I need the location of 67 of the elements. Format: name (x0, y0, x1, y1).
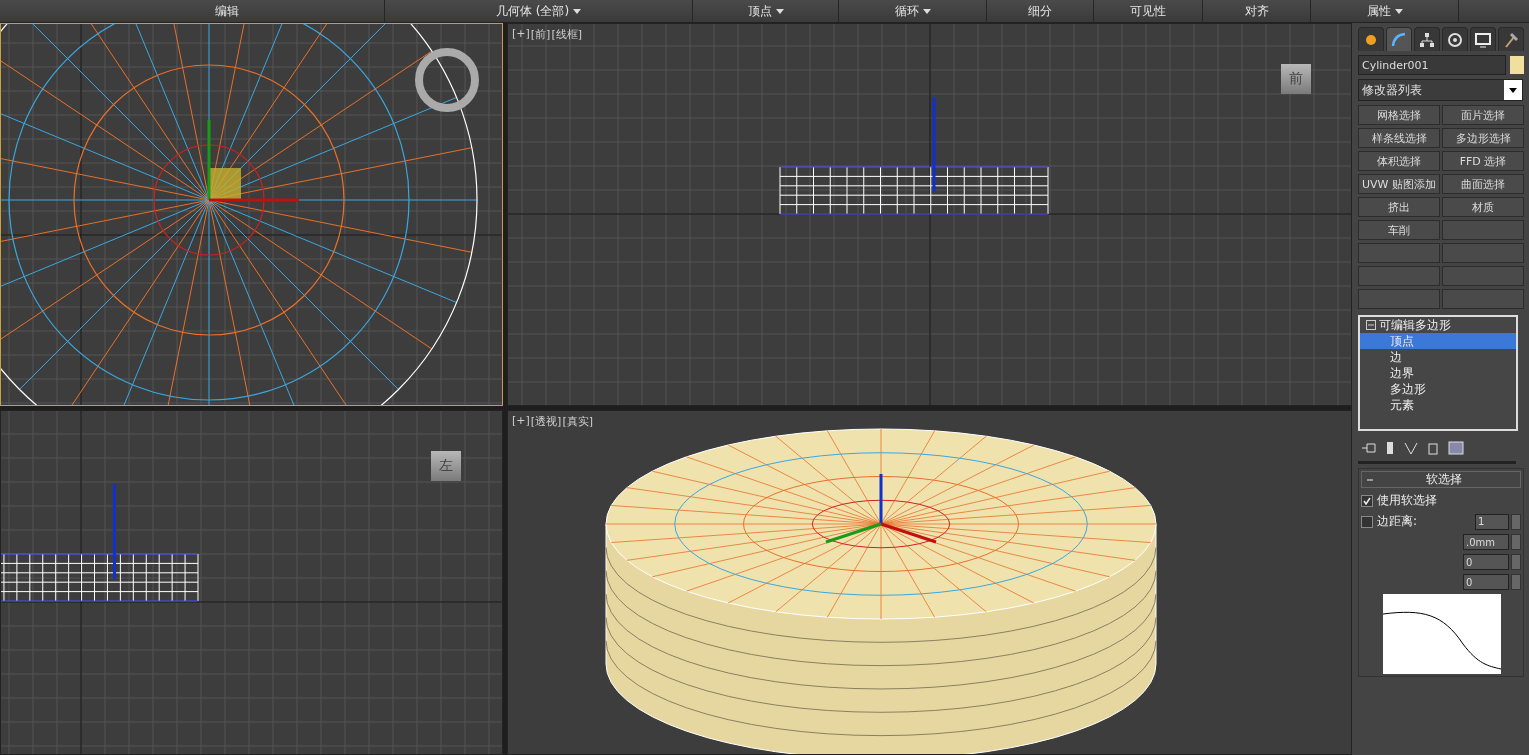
panel-tab[interactable] (1470, 27, 1496, 51)
ribbon-tab[interactable]: 循环 (839, 0, 987, 22)
spinner-field[interactable]: 0 (1463, 574, 1509, 590)
viewcube[interactable]: 前 (1281, 64, 1311, 94)
bar-icon[interactable] (1386, 441, 1394, 455)
panel-tab[interactable] (1442, 27, 1468, 51)
viewport[interactable]: [+][前][线框] 前 (507, 23, 1352, 406)
modifier-button[interactable]: UVW 贴图添加 (1358, 174, 1440, 194)
ribbon-tab[interactable]: 编辑 (70, 0, 385, 22)
viewport-label[interactable]: [透视] (530, 414, 562, 429)
monitor-icon (1475, 31, 1491, 48)
stack-item[interactable]: 元素 (1360, 397, 1516, 413)
viewport-label[interactable]: [线框] (551, 27, 582, 42)
modifier-button[interactable]: 多边形选择 (1442, 128, 1524, 148)
viewcube-ring[interactable] (415, 48, 479, 112)
modifier-button[interactable]: 曲面选择 (1442, 174, 1524, 194)
ribbon-tab[interactable]: 细分 (987, 0, 1094, 22)
stack-item[interactable]: 顶点 (1360, 333, 1516, 349)
panel-tab[interactable] (1414, 27, 1440, 51)
modifier-button[interactable]: 面片选择 (1442, 105, 1524, 125)
hammer-icon (1503, 31, 1519, 48)
stack-item[interactable]: 边界 (1360, 365, 1516, 381)
spinner-arrows[interactable] (1511, 513, 1521, 530)
modifier-button[interactable]: 材质 (1442, 197, 1524, 217)
checkbox-label: 边距离: (1377, 513, 1418, 530)
viewport-label[interactable]: [+] (512, 414, 530, 429)
collapse-icon[interactable] (1366, 320, 1376, 330)
stack-item[interactable]: 多边形 (1360, 381, 1516, 397)
ribbon-tab[interactable]: 属性 (1311, 0, 1459, 22)
vertex-icon[interactable] (1404, 441, 1418, 455)
modifier-button[interactable]: FFD 选择 (1442, 151, 1524, 171)
curve-icon (1391, 31, 1407, 48)
ribbon-tab[interactable]: 顶点 (693, 0, 839, 22)
checkbox-label: 使用软选择 (1377, 492, 1437, 509)
modifier-list-dropdown[interactable]: 修改器列表 (1358, 79, 1523, 101)
panel-tab[interactable] (1498, 27, 1524, 51)
modifier-button[interactable]: 体积选择 (1358, 151, 1440, 171)
spinner-field[interactable]: 1 (1475, 513, 1509, 530)
spinner-field[interactable]: .0mm (1463, 534, 1509, 550)
stack-item[interactable]: 可编辑多边形 (1360, 317, 1516, 333)
ribbon-tab[interactable]: 可见性 (1094, 0, 1203, 22)
checkbox[interactable] (1361, 515, 1373, 528)
ribbon-tab[interactable]: 几何体 (全部) (385, 0, 693, 22)
panel-tab[interactable] (1386, 27, 1412, 51)
spinner-arrows[interactable] (1511, 574, 1521, 590)
color-swatch[interactable] (1510, 56, 1524, 74)
modifier-button[interactable]: 样条线选择 (1358, 128, 1440, 148)
spinner-arrows[interactable] (1511, 554, 1521, 570)
rollout-title[interactable]: 软选择 (1361, 471, 1521, 488)
pin-icon[interactable] (1362, 442, 1376, 454)
object-name-field[interactable]: Cylinder001 (1358, 55, 1506, 75)
caret-icon (1509, 87, 1517, 93)
spinner-field[interactable]: 0 (1463, 554, 1509, 570)
viewport-label[interactable]: [+] (512, 27, 530, 42)
stack-item[interactable]: 边 (1360, 349, 1516, 365)
viewport-label[interactable]: [前] (530, 27, 551, 42)
hierarchy-icon (1419, 31, 1435, 48)
viewport-label[interactable]: [真实] (562, 414, 593, 429)
viewport[interactable]: [+][透视][真实] (507, 410, 1352, 755)
modifier-button[interactable]: 挤出 (1358, 197, 1440, 217)
target-icon (1447, 31, 1463, 48)
modifier-button[interactable]: 网格选择 (1358, 105, 1440, 125)
spinner-arrows[interactable] (1511, 534, 1521, 550)
modifier-button[interactable]: 车削 (1358, 220, 1440, 240)
checkbox[interactable] (1361, 494, 1373, 507)
ribbon-tab[interactable]: 对齐 (1203, 0, 1311, 22)
panel-tab[interactable] (1358, 27, 1384, 51)
